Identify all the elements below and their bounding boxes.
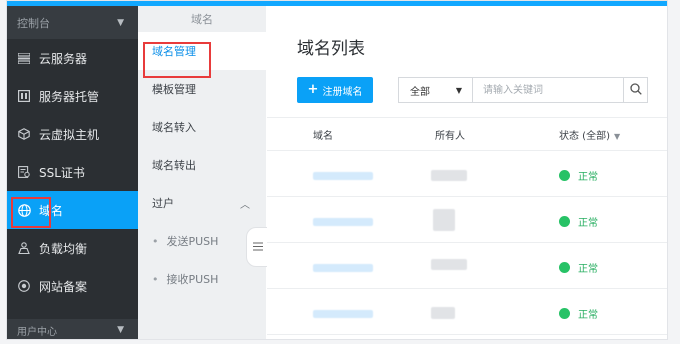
table-row[interactable]: 正常 xyxy=(267,243,667,289)
sidebar-item-label: 云服务器 xyxy=(39,51,88,66)
subnav-item-label: 域名转入 xyxy=(152,121,196,134)
sidebar-item-cloud-server[interactable]: 云服务器 xyxy=(7,39,138,77)
search-button[interactable] xyxy=(623,78,647,102)
menu-icon xyxy=(252,240,263,254)
sidebar-item-label: 负载均衡 xyxy=(39,241,88,256)
status-dot-icon xyxy=(559,308,570,319)
sidebar-item-label: 域名 xyxy=(39,203,64,218)
domain-subnav: 域名 域名管理 模板管理 域名转入 域名转出 过户 ︿ • 发送PUSH • 接… xyxy=(138,6,266,339)
table-row[interactable]: 正常 xyxy=(267,151,667,197)
plus-icon: + xyxy=(307,82,319,97)
status-dot-icon xyxy=(559,216,570,227)
user-center-menu[interactable]: 用户中心 ▼ xyxy=(7,319,138,339)
sidebar-item-ssl[interactable]: SSL证书 xyxy=(7,153,138,191)
main-content: 域名列表 + 注册域名 全部 ▼ 域名 所有人 状态 (全部)▼ xyxy=(267,6,667,339)
sidebar-item-virtual-host[interactable]: 云虚拟主机 xyxy=(7,115,138,153)
table-row[interactable]: 正常 xyxy=(267,197,667,243)
subnav-item-transfer-out[interactable]: 域名转出 xyxy=(138,146,266,184)
main-sidebar: 控制台 ▼ 云服务器 服务器托管 云虚拟主机 SSL证书 域名 负载均衡 网站备… xyxy=(7,6,138,339)
redacted-domain xyxy=(313,218,373,226)
sidebar-item-label: 网站备案 xyxy=(39,279,88,294)
balance-icon xyxy=(17,241,31,255)
table-header: 域名 所有人 状态 (全部) ▼ xyxy=(267,117,667,151)
register-domain-button[interactable]: + 注册域名 xyxy=(297,77,373,103)
status-cell: 正常 xyxy=(559,260,598,275)
console-window: 控制台 ▼ 云服务器 服务器托管 云虚拟主机 SSL证书 域名 负载均衡 网站备… xyxy=(6,0,668,340)
subnav-item-label: 域名管理 xyxy=(152,45,196,58)
subnav-child-label: 发送PUSH xyxy=(166,235,219,248)
list-icon xyxy=(17,51,31,65)
sidebar-item-label: 服务器托管 xyxy=(39,89,100,104)
redacted-domain xyxy=(313,172,373,180)
register-domain-label: 注册域名 xyxy=(322,86,363,98)
record-icon xyxy=(17,279,31,293)
page-title: 域名列表 xyxy=(297,39,365,59)
redacted-owner xyxy=(431,170,467,181)
redacted-owner xyxy=(431,307,455,319)
redacted-owner xyxy=(433,209,455,231)
bullet-icon: • xyxy=(152,272,159,286)
caret-down-icon: ▼ xyxy=(117,17,124,28)
search-icon xyxy=(629,82,642,98)
status-text: 正常 xyxy=(578,264,598,275)
bullet-icon: • xyxy=(152,234,159,248)
status-dot-icon xyxy=(559,170,570,181)
sidebar-item-label: SSL证书 xyxy=(39,165,85,180)
subnav-item-ownership-change[interactable]: 过户 ︿ xyxy=(138,184,266,222)
user-center-label: 用户中心 xyxy=(17,326,57,338)
column-header-status-label: 状态 (全部) xyxy=(559,130,610,142)
filter-select-value: 全部 xyxy=(410,86,430,98)
sidebar-item-icp-record[interactable]: 网站备案 xyxy=(7,267,138,305)
status-cell: 正常 xyxy=(559,214,598,229)
domain-search-bar: 全部 ▼ xyxy=(398,77,648,103)
table-row[interactable]: 正常 xyxy=(267,289,667,335)
server-icon xyxy=(17,89,31,103)
sidebar-item-load-balance[interactable]: 负载均衡 xyxy=(7,229,138,267)
redacted-domain xyxy=(313,264,373,272)
column-header-status[interactable]: 状态 (全部) ▼ xyxy=(559,127,620,142)
search-input[interactable] xyxy=(473,78,623,102)
cube-icon xyxy=(17,127,31,141)
redacted-domain xyxy=(313,310,373,318)
subnav-title: 域名 xyxy=(191,13,213,26)
status-text: 正常 xyxy=(578,310,598,321)
subnav-child-label: 接收PUSH xyxy=(166,273,219,286)
subnav-item-label: 模板管理 xyxy=(152,83,196,96)
console-menu-label: 控制台 xyxy=(17,16,50,30)
globe-icon xyxy=(17,203,31,217)
certificate-icon xyxy=(17,165,31,179)
caret-down-icon: ▼ xyxy=(455,85,462,95)
status-text: 正常 xyxy=(578,218,598,229)
status-cell: 正常 xyxy=(559,306,598,321)
column-header-owner[interactable]: 所有人 xyxy=(435,127,465,142)
console-menu-header[interactable]: 控制台 ▼ xyxy=(7,6,138,39)
filter-select[interactable]: 全部 ▼ xyxy=(399,78,473,102)
subnav-item-template-manage[interactable]: 模板管理 xyxy=(138,70,266,108)
subnav-item-label: 域名转出 xyxy=(152,159,196,172)
sidebar-item-server-hosting[interactable]: 服务器托管 xyxy=(7,77,138,115)
subnav-item-domain-manage[interactable]: 域名管理 xyxy=(138,32,266,70)
chevron-up-icon: ︿ xyxy=(240,199,250,211)
status-cell: 正常 xyxy=(559,168,598,183)
subnav-item-label: 过户 xyxy=(152,197,174,210)
status-dot-icon xyxy=(559,262,570,273)
subnav-child-receive-push[interactable]: • 接收PUSH xyxy=(138,260,266,298)
status-text: 正常 xyxy=(578,172,598,183)
subnav-item-transfer-in[interactable]: 域名转入 xyxy=(138,108,266,146)
subnav-collapse-toggle[interactable] xyxy=(246,227,268,267)
sidebar-item-domain[interactable]: 域名 xyxy=(7,191,138,229)
caret-down-icon: ▼ xyxy=(117,325,124,335)
sidebar-item-label: 云虚拟主机 xyxy=(39,127,100,142)
caret-down-icon: ▼ xyxy=(613,131,621,141)
redacted-owner xyxy=(431,259,467,270)
column-header-domain[interactable]: 域名 xyxy=(313,127,333,142)
